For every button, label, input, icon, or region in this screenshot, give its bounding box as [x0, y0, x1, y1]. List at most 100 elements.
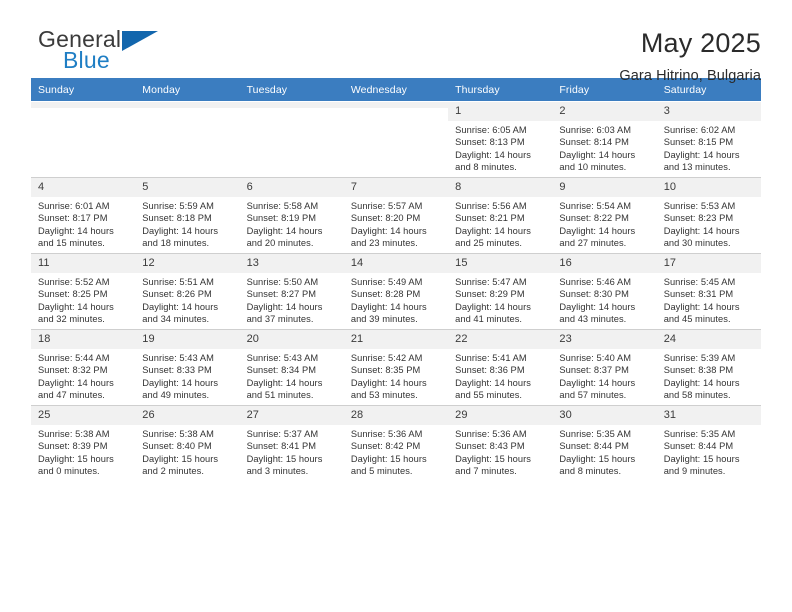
sunset-text: Sunset: 8:37 PM — [559, 365, 629, 376]
sunrise-text: Sunrise: 5:43 AM — [142, 353, 214, 363]
day-details: Sunrise: 5:37 AM Sunset: 8:41 PM Daylight:… — [240, 425, 344, 477]
calendar-day-cell[interactable]: 9 Sunrise: 5:54 AM Sunset: 8:22 PM Daylight… — [552, 177, 657, 254]
calendar-day-cell[interactable]: 16 Sunrise: 5:46 AM Sunset: 8:30 PM Dayligh… — [552, 253, 657, 330]
calendar-day-cell[interactable]: 15 Sunrise: 5:47 AM Sunset: 8:29 PM Dayligh… — [448, 253, 553, 330]
calendar-day-cell[interactable]: 23 Sunrise: 5:40 AM Sunset: 8:37 PM Dayligh… — [552, 329, 657, 406]
day-details: Sunrise: 5:47 AM Sunset: 8:29 PM Daylight:… — [448, 273, 552, 325]
general-blue-logo[interactable]: General Blue — [31, 26, 161, 76]
daylight-text: Daylight: 14 hours and 39 minutes. — [350, 301, 427, 324]
calendar-day-cell[interactable]: 20 Sunrise: 5:43 AM Sunset: 8:34 PM Dayligh… — [239, 329, 344, 406]
day-number: 14 — [343, 254, 449, 273]
sunrise-text: Sunrise: 5:37 AM — [246, 429, 319, 439]
calendar-day-cell[interactable]: 22 Sunrise: 5:41 AM Sunset: 8:36 PM Dayligh… — [448, 329, 553, 406]
day-number: 16 — [552, 254, 657, 273]
daylight-text: Daylight: 15 hours and 2 minutes. — [142, 453, 219, 476]
daylight-text: Daylight: 15 hours and 0 minutes. — [38, 453, 114, 476]
calendar-day-cell[interactable]: 25 Sunrise: 5:38 AM Sunset: 8:39 PM Dayligh… — [31, 405, 136, 481]
calendar-day-cell[interactable]: 4 Sunrise: 6:01 AM Sunset: 8:17 PM Daylight… — [31, 177, 136, 254]
day-details: Sunrise: 5:54 AM Sunset: 8:22 PM Daylight:… — [552, 197, 656, 249]
calendar-day-cell[interactable]: 7 Sunrise: 5:57 AM Sunset: 8:20 PM Daylight… — [343, 177, 449, 254]
sunset-text: Sunset: 8:29 PM — [455, 289, 525, 300]
sunset-text: Sunset: 8:42 PM — [350, 441, 421, 452]
day-details: Sunrise: 5:58 AM Sunset: 8:19 PM Daylight:… — [240, 197, 344, 249]
title-block: May 2025 Gara Hitrino, Bulgaria — [619, 26, 761, 86]
sunset-text: Sunset: 8:33 PM — [142, 365, 212, 376]
daylight-text: Daylight: 14 hours and 37 minutes. — [246, 301, 323, 324]
sunrise-text: Sunrise: 5:50 AM — [246, 277, 319, 287]
sunrise-text: Sunrise: 5:47 AM — [455, 277, 527, 287]
calendar-day-cell[interactable]: 21 Sunrise: 5:42 AM Sunset: 8:35 PM Dayligh… — [343, 329, 449, 406]
sunrise-text: Sunrise: 5:35 AM — [559, 429, 632, 439]
calendar-day-cell[interactable]: 19 Sunrise: 5:43 AM Sunset: 8:33 PM Dayligh… — [135, 329, 240, 406]
sunset-text: Sunset: 8:21 PM — [455, 213, 525, 224]
sunset-text: Sunset: 8:32 PM — [38, 365, 108, 376]
sunset-text: Sunset: 8:13 PM — [455, 137, 525, 148]
daylight-text: Daylight: 15 hours and 3 minutes. — [246, 453, 323, 476]
daylight-text: Daylight: 14 hours and 20 minutes. — [246, 225, 323, 248]
day-number — [239, 102, 344, 108]
daylight-text: Daylight: 14 hours and 10 minutes. — [559, 149, 636, 172]
sunset-text: Sunset: 8:39 PM — [38, 441, 108, 452]
calendar-day-cell[interactable]: 30 Sunrise: 5:35 AM Sunset: 8:44 PM Dayligh… — [552, 405, 657, 481]
day-number: 5 — [135, 178, 240, 197]
daylight-text: Daylight: 15 hours and 5 minutes. — [350, 453, 427, 476]
calendar-day-cell[interactable]: 27 Sunrise: 5:37 AM Sunset: 8:41 PM Dayligh… — [239, 405, 344, 481]
day-number: 6 — [239, 178, 344, 197]
day-number: 10 — [656, 178, 761, 197]
calendar-day-cell[interactable]: 11 Sunrise: 5:52 AM Sunset: 8:25 PM Dayligh… — [31, 253, 136, 330]
day-number: 30 — [552, 406, 657, 425]
sunrise-text: Sunrise: 5:53 AM — [663, 201, 736, 211]
calendar-week-row: 25 Sunrise: 5:38 AM Sunset: 8:39 PM Dayligh… — [31, 405, 761, 481]
calendar-day-cell[interactable]: 6 Sunrise: 5:58 AM Sunset: 8:19 PM Daylight… — [239, 177, 344, 254]
sunset-text: Sunset: 8:28 PM — [350, 289, 421, 300]
sunrise-text: Sunrise: 5:39 AM — [663, 353, 736, 363]
calendar-day-cell[interactable]: 1 Sunrise: 6:05 AM Sunset: 8:13 PM Daylight… — [448, 101, 553, 178]
day-details: Sunrise: 5:49 AM Sunset: 8:28 PM Daylight:… — [344, 273, 448, 325]
day-details: Sunrise: 5:36 AM Sunset: 8:43 PM Daylight:… — [448, 425, 552, 477]
calendar-day-cell[interactable]: 31 Sunrise: 5:35 AM Sunset: 8:44 PM Dayligh… — [656, 405, 761, 481]
day-number: 7 — [343, 178, 449, 197]
day-number: 22 — [448, 330, 553, 349]
weekday-header-thursday: Thursday — [448, 78, 553, 102]
day-number: 1 — [448, 102, 553, 121]
calendar-day-cell[interactable]: 17 Sunrise: 5:45 AM Sunset: 8:31 PM Dayligh… — [656, 253, 761, 330]
day-details: Sunrise: 6:01 AM Sunset: 8:17 PM Daylight:… — [31, 197, 135, 249]
daylight-text: Daylight: 14 hours and 55 minutes. — [455, 377, 531, 400]
day-details: Sunrise: 5:53 AM Sunset: 8:23 PM Daylight:… — [657, 197, 761, 249]
calendar-day-cell[interactable]: 3 Sunrise: 6:02 AM Sunset: 8:15 PM Daylight… — [656, 101, 761, 178]
sunrise-text: Sunrise: 5:51 AM — [142, 277, 214, 287]
calendar-day-cell[interactable]: 10 Sunrise: 5:53 AM Sunset: 8:23 PM Dayligh… — [656, 177, 761, 254]
day-details: Sunrise: 5:44 AM Sunset: 8:32 PM Daylight:… — [31, 349, 135, 401]
daylight-text: Daylight: 14 hours and 15 minutes. — [38, 225, 114, 248]
calendar-day-cell-empty — [343, 101, 449, 178]
calendar-day-cell[interactable]: 26 Sunrise: 5:38 AM Sunset: 8:40 PM Dayligh… — [135, 405, 240, 481]
calendar-day-cell[interactable]: 8 Sunrise: 5:56 AM Sunset: 8:21 PM Daylight… — [448, 177, 553, 254]
day-number: 8 — [448, 178, 553, 197]
page-title: May 2025 — [640, 28, 761, 58]
calendar-day-cell[interactable]: 24 Sunrise: 5:39 AM Sunset: 8:38 PM Dayligh… — [656, 329, 761, 406]
calendar-day-cell[interactable]: 5 Sunrise: 5:59 AM Sunset: 8:18 PM Daylight… — [135, 177, 240, 254]
weekday-header-wednesday: Wednesday — [343, 78, 449, 102]
sunrise-text: Sunrise: 5:56 AM — [455, 201, 527, 211]
calendar-day-cell[interactable]: 18 Sunrise: 5:44 AM Sunset: 8:32 PM Dayligh… — [31, 329, 136, 406]
day-details: Sunrise: 5:57 AM Sunset: 8:20 PM Daylight:… — [344, 197, 448, 249]
sunrise-text: Sunrise: 6:03 AM — [559, 125, 632, 135]
calendar-day-cell[interactable]: 14 Sunrise: 5:49 AM Sunset: 8:28 PM Dayligh… — [343, 253, 449, 330]
sunset-text: Sunset: 8:27 PM — [246, 289, 317, 300]
calendar-day-cell[interactable]: 13 Sunrise: 5:50 AM Sunset: 8:27 PM Dayligh… — [239, 253, 344, 330]
day-number: 3 — [656, 102, 761, 121]
sunset-text: Sunset: 8:41 PM — [246, 441, 317, 452]
sunset-text: Sunset: 8:44 PM — [559, 441, 629, 452]
day-number: 20 — [239, 330, 344, 349]
day-details: Sunrise: 5:59 AM Sunset: 8:18 PM Daylight:… — [135, 197, 239, 249]
sunset-text: Sunset: 8:38 PM — [663, 365, 734, 376]
daylight-text: Daylight: 15 hours and 9 minutes. — [663, 453, 740, 476]
day-number: 18 — [31, 330, 136, 349]
calendar-day-cell[interactable]: 29 Sunrise: 5:36 AM Sunset: 8:43 PM Dayligh… — [448, 405, 553, 481]
sunrise-text: Sunrise: 5:43 AM — [246, 353, 319, 363]
calendar-day-cell[interactable]: 12 Sunrise: 5:51 AM Sunset: 8:26 PM Dayligh… — [135, 253, 240, 330]
calendar-day-cell[interactable]: 28 Sunrise: 5:36 AM Sunset: 8:42 PM Dayligh… — [343, 405, 449, 481]
day-details: Sunrise: 6:05 AM Sunset: 8:13 PM Daylight:… — [448, 121, 552, 173]
daylight-text: Daylight: 14 hours and 13 minutes. — [663, 149, 740, 172]
calendar-day-cell[interactable]: 2 Sunrise: 6:03 AM Sunset: 8:14 PM Daylight… — [552, 101, 657, 178]
